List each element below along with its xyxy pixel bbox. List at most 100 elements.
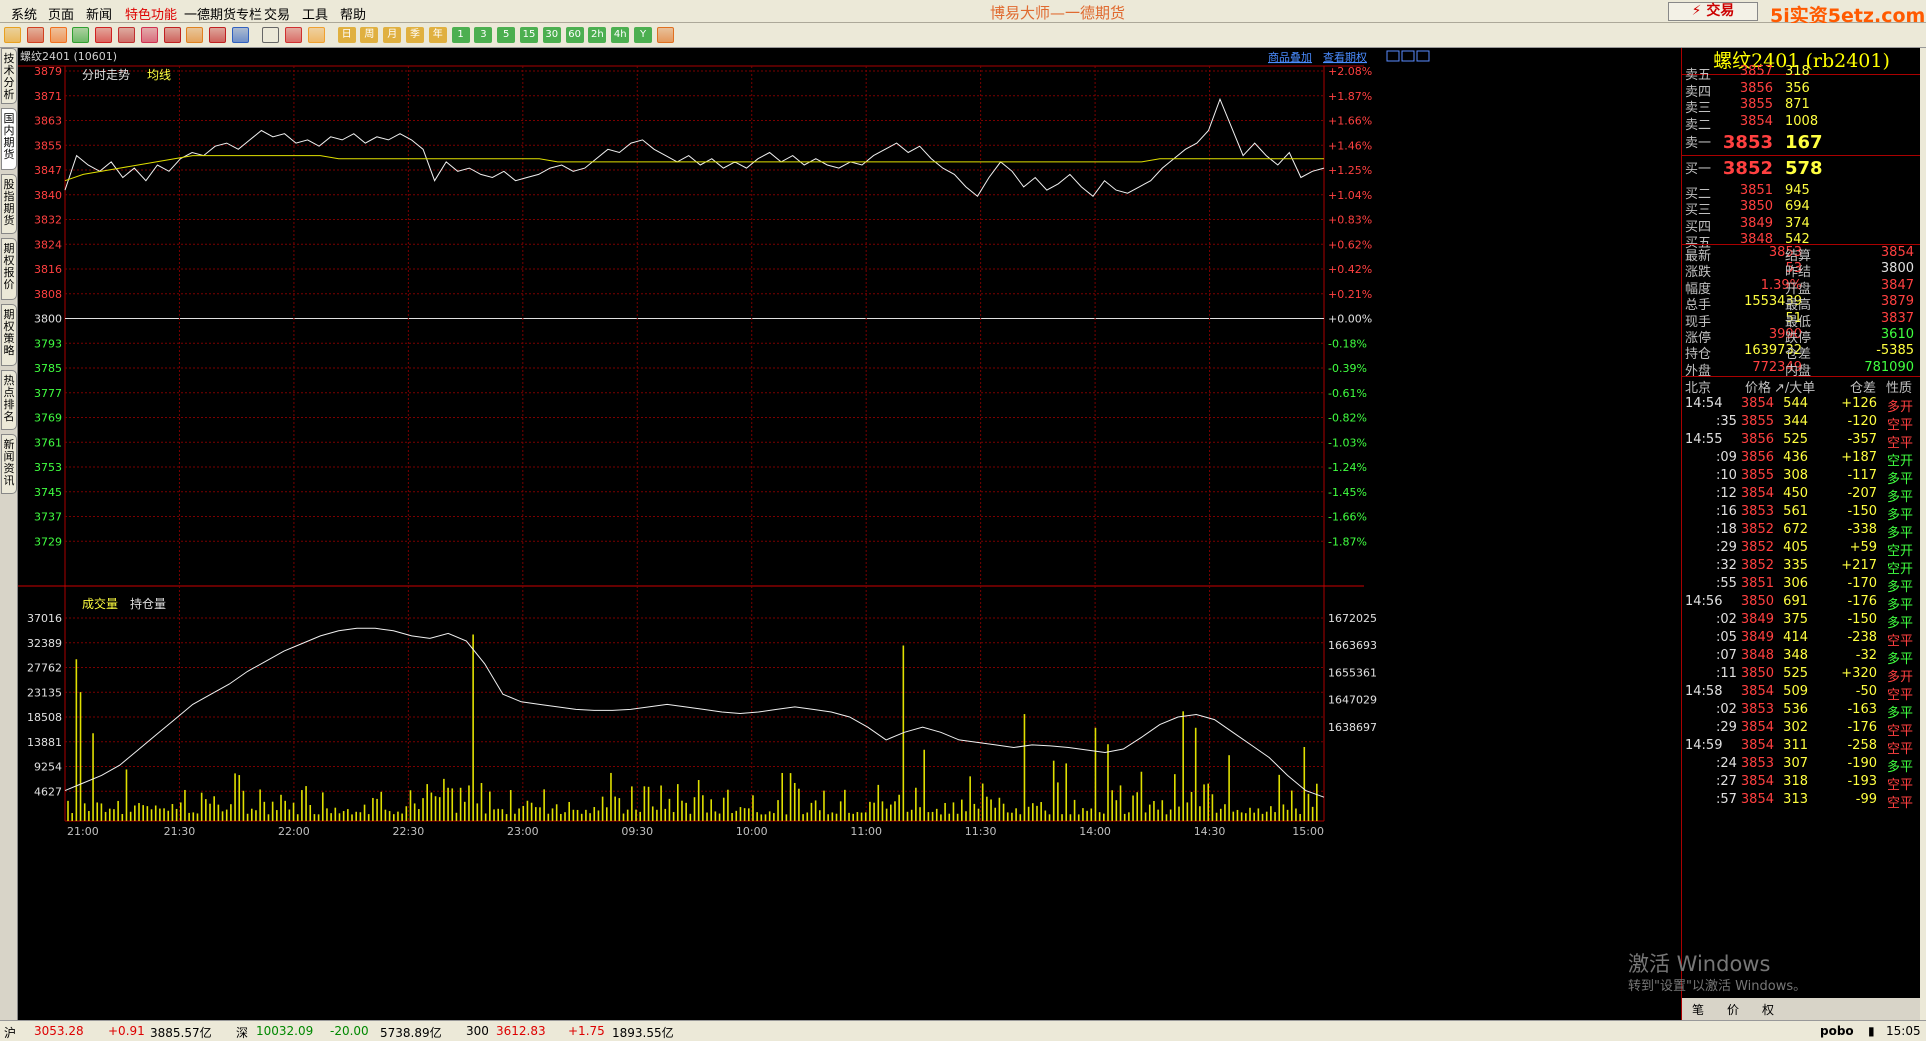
tick-volume: 311 xyxy=(1783,738,1808,753)
pct-tick: +0.21% xyxy=(1328,288,1372,301)
tick-price: 3852 xyxy=(1740,540,1774,555)
vol-tick: 32389 xyxy=(27,637,62,650)
stat-value: -5385 xyxy=(1876,343,1914,359)
menu-page[interactable]: 页面 xyxy=(48,4,74,23)
intraday-chart[interactable]: 3879 +2.08% 3871 +1.87% 3863 +1.66% 3855 +1.46%… xyxy=(18,48,1681,1020)
toolbar-15-icon[interactable]: 15 xyxy=(520,27,538,43)
menu-help[interactable]: 帮助 xyxy=(340,4,366,23)
tick-row: :09 3856 436 +187 空开 xyxy=(1682,450,1921,470)
tick-price: 3854 xyxy=(1740,486,1774,501)
tick-price: 3854 xyxy=(1740,396,1774,411)
toolbar-季-icon[interactable]: 季 xyxy=(406,27,424,43)
left-tab-3[interactable]: 期权报价 xyxy=(1,238,17,300)
toolbar-f10-icon[interactable] xyxy=(49,27,67,43)
menu-trade[interactable]: 交易 xyxy=(264,4,290,23)
toolbar-4h-icon[interactable]: 4h xyxy=(611,27,630,43)
tick-volume: 344 xyxy=(1783,414,1808,429)
toolbar-search-icon[interactable] xyxy=(118,27,135,43)
toolbar-2h-icon[interactable]: 2h xyxy=(588,27,607,43)
bid-price: 3851 xyxy=(1739,183,1773,198)
pct-tick: -0.82% xyxy=(1328,412,1367,425)
tick-diff: -120 xyxy=(1847,414,1877,429)
tick-price: 3850 xyxy=(1740,666,1774,681)
toolbar-fill-icon[interactable] xyxy=(186,27,204,43)
trade-button[interactable]: ⚡ 交易 xyxy=(1668,2,1758,21)
vol-tick: 4627 xyxy=(34,785,62,798)
sz-change: -20.00 xyxy=(330,1024,369,1038)
menu-yide-column[interactable]: 一德期货专栏 xyxy=(184,4,262,23)
tick-volume: 335 xyxy=(1783,558,1808,573)
toolbar-refresh-icon[interactable] xyxy=(72,27,90,43)
time-tick: 22:30 xyxy=(393,825,425,838)
pct-tick: -0.39% xyxy=(1328,362,1367,375)
toolbar-日-icon[interactable]: 日 xyxy=(337,27,356,43)
tick-time: 14:58 xyxy=(1685,684,1723,699)
left-tab-2[interactable]: 股指期货 xyxy=(1,174,17,234)
left-tab-4[interactable]: 期权策略 xyxy=(1,304,17,366)
options-link[interactable]: 查看期权 xyxy=(1323,50,1367,64)
toolbar-60-icon[interactable]: 60 xyxy=(565,27,584,43)
tick-diff: -238 xyxy=(1847,630,1877,645)
tick-diff: -176 xyxy=(1847,720,1877,735)
toolbar-home-icon[interactable] xyxy=(26,27,44,43)
toolbar-月-icon[interactable]: 月 xyxy=(383,27,402,43)
price-tick: 3753 xyxy=(34,461,62,474)
toolbar-新-icon[interactable] xyxy=(232,27,249,43)
menu-news[interactable]: 新闻 xyxy=(86,4,112,23)
tick-diff: -170 xyxy=(1847,576,1877,591)
tick-volume: 348 xyxy=(1783,648,1808,663)
vol-tick: 18508 xyxy=(27,711,62,724)
toolbar-sync-icon[interactable] xyxy=(95,27,113,43)
menu-special[interactable]: 特色功能 xyxy=(125,4,177,23)
toolbar-Y-icon[interactable]: Y xyxy=(634,27,652,43)
stat-value: 3800 xyxy=(1880,261,1914,277)
toolbar-dk-icon[interactable] xyxy=(307,27,325,43)
toolbar-zoom-icon[interactable] xyxy=(140,27,158,43)
tick-row: :02 3849 375 -150 多平 xyxy=(1682,612,1921,632)
app-title: 博易大师—一德期货 xyxy=(990,4,1126,22)
vol-tick: 37016 xyxy=(27,612,62,625)
ask-price: 3854 xyxy=(1739,113,1773,129)
toolbar-bulb-icon[interactable] xyxy=(209,27,227,43)
toolbar-table-icon[interactable] xyxy=(262,27,279,43)
toolbar-calc-icon[interactable] xyxy=(656,27,674,43)
toolbar-3-icon[interactable]: 3 xyxy=(474,27,493,43)
right-scrollbar[interactable] xyxy=(1920,48,1926,1020)
menu-system[interactable]: 系统 xyxy=(11,4,37,23)
tick-volume: 405 xyxy=(1783,540,1808,555)
toolbar-draw-icon[interactable] xyxy=(163,27,181,43)
bid-volume: 578 xyxy=(1785,158,1823,179)
tick-time: 14:54 xyxy=(1685,396,1723,411)
tab-ticks[interactable]: 笔 xyxy=(1692,1001,1704,1018)
overlay-link[interactable]: 商品叠加 xyxy=(1268,50,1312,64)
time-tick: 10:00 xyxy=(736,825,768,838)
toolbar-trend-icon[interactable] xyxy=(284,27,302,43)
tick-volume: 561 xyxy=(1783,504,1808,519)
pct-tick: +1.46% xyxy=(1328,139,1372,152)
toolbar-back-icon[interactable] xyxy=(4,27,21,43)
toolbar-5-icon[interactable]: 5 xyxy=(497,27,516,43)
price-tick: 3847 xyxy=(34,164,62,177)
left-tab-1[interactable]: 国内期货 xyxy=(1,108,17,170)
left-tab-5[interactable]: 热点排名 xyxy=(1,370,17,430)
ask-price: 3857 xyxy=(1739,64,1773,79)
toolbar-年-icon[interactable]: 年 xyxy=(428,27,447,43)
tab-rights[interactable]: 权 xyxy=(1762,1001,1774,1018)
hs300-amount: 1893.55亿 xyxy=(612,1026,674,1040)
price-tick: 3793 xyxy=(34,337,62,350)
toolbar-30-icon[interactable]: 30 xyxy=(542,27,561,43)
menu-tools[interactable]: 工具 xyxy=(302,4,328,23)
left-tab-0[interactable]: 技术分析 xyxy=(1,48,17,104)
tick-volume: 509 xyxy=(1783,684,1808,699)
tab-price[interactable]: 价 xyxy=(1727,1001,1739,1018)
tick-nature: 多平 xyxy=(1887,760,1914,775)
ask-label: 卖一 xyxy=(1685,136,1712,151)
tick-diff: +217 xyxy=(1841,558,1877,573)
tick-nature: 空平 xyxy=(1887,778,1914,793)
toolbar-周-icon[interactable]: 周 xyxy=(360,27,379,43)
pct-tick: +1.66% xyxy=(1328,115,1372,128)
tick-diff: -150 xyxy=(1847,504,1877,519)
tick-volume: 318 xyxy=(1783,774,1808,789)
toolbar-1-icon[interactable]: 1 xyxy=(451,27,470,43)
left-tab-6[interactable]: 新闻资讯 xyxy=(1,434,17,494)
